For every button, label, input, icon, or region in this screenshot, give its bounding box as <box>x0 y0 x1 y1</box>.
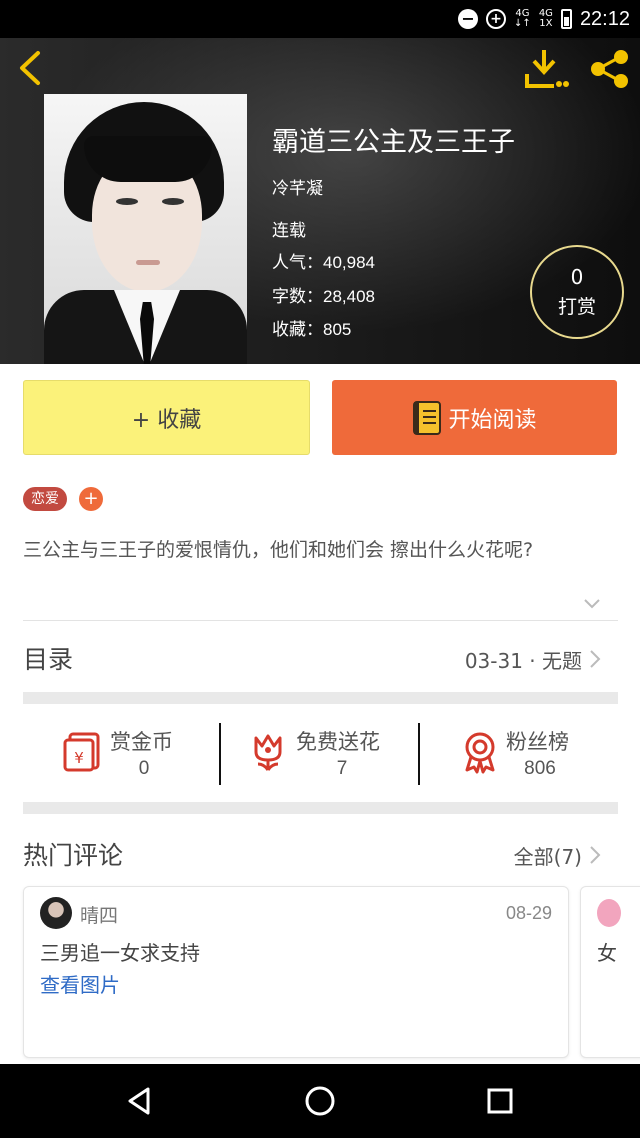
nav-home-icon[interactable] <box>304 1085 336 1117</box>
fan-ranking-item[interactable]: 粉丝榜 806 <box>460 722 590 786</box>
download-icon[interactable] <box>524 48 570 90</box>
nav-back-icon[interactable] <box>124 1085 156 1117</box>
navigation-bar <box>0 1064 640 1138</box>
popularity-stat: 人气：40,984 <box>272 253 375 273</box>
reward-coins-value: 0 <box>138 758 150 779</box>
fan-ranking-value: 806 <box>524 758 556 779</box>
book-cover-image[interactable] <box>44 94 247 364</box>
tip-button[interactable]: 0 打赏 <box>530 245 624 339</box>
reward-coins-label: 赏金币 <box>110 730 173 754</box>
book-title: 霸道三公主及三王子 <box>272 127 515 158</box>
favorites-stat: 收藏：805 <box>272 320 352 340</box>
book-header: 霸道三公主及三王子 冷芊凝 连载 人气：40,984 字数：28,408 收藏：… <box>0 38 640 364</box>
serial-status: 连载 <box>272 221 306 241</box>
comment-username[interactable]: 晴四 <box>80 901 118 928</box>
avatar[interactable] <box>40 897 72 929</box>
comment-text: 三男追一女求支持 <box>40 941 200 965</box>
chevron-down-icon[interactable] <box>582 596 602 610</box>
section-divider <box>23 802 618 814</box>
divider <box>23 620 618 621</box>
start-reading-button[interactable]: 开始阅读 <box>332 380 617 455</box>
tag-romance[interactable]: 恋爱 <box>23 487 67 511</box>
divider <box>418 723 420 785</box>
divider <box>219 723 221 785</box>
comment-card[interactable]: 女 <box>580 886 640 1058</box>
word-count-stat: 字数：28,408 <box>272 287 375 307</box>
latest-chapter[interactable]: 03-31 · 无题 <box>465 645 582 674</box>
book-summary: 三公主与三王子的爱恨情仇，他们和她们会 擦出什么火花呢? <box>23 539 534 561</box>
status-bar: − + 4G ↓↑ 4G 1X 22:12 <box>0 0 640 38</box>
flower-icon <box>254 734 282 771</box>
chevron-right-icon[interactable] <box>588 648 602 670</box>
book-icon <box>413 400 442 435</box>
comment-text: 女 <box>597 941 617 965</box>
send-flower-label: 免费送花 <box>296 730 380 754</box>
tip-label: 打赏 <box>557 296 596 318</box>
fan-ranking-label: 粉丝榜 <box>506 730 569 754</box>
red-envelope-icon: ¥ <box>63 732 100 772</box>
signal-4g-1x-icon: 4G 1X <box>538 8 553 29</box>
chevron-right-icon[interactable] <box>588 844 602 866</box>
send-flower-item[interactable]: 免费送花 7 <box>248 722 398 786</box>
clock: 22:12 <box>579 7 630 30</box>
share-icon[interactable] <box>586 48 632 90</box>
all-comments-link[interactable]: 全部(7) <box>514 841 582 870</box>
book-author[interactable]: 冷芊凝 <box>272 174 323 199</box>
section-divider <box>23 692 618 704</box>
hot-comments-title: 热门评论 <box>23 841 124 870</box>
comment-card[interactable]: 晴四 08-29 三男追一女求支持 查看图片 <box>23 886 569 1058</box>
table-of-contents-title[interactable]: 目录 <box>23 640 73 676</box>
view-image-link[interactable]: 查看图片 <box>40 969 120 998</box>
battery-icon <box>560 9 572 29</box>
svg-text:¥: ¥ <box>74 749 84 767</box>
tip-count: 0 <box>570 265 584 289</box>
start-reading-label: 开始阅读 <box>448 407 537 433</box>
do-not-disturb-icon: − <box>458 9 479 29</box>
add-tag-button[interactable]: + <box>79 487 103 511</box>
medal-icon <box>465 732 495 774</box>
nav-recents-icon[interactable] <box>484 1085 516 1117</box>
reward-coins-item[interactable]: ¥ 赏金币 0 <box>62 722 202 786</box>
send-flower-value: 7 <box>336 758 348 779</box>
data-saver-icon: + <box>486 9 507 29</box>
avatar[interactable] <box>597 899 621 927</box>
signal-4g-icon: 4G ↓↑ <box>514 8 531 29</box>
add-to-collection-button[interactable]: + 收藏 <box>23 380 310 455</box>
back-arrow-icon[interactable] <box>12 48 48 88</box>
comment-date: 08-29 <box>505 903 552 923</box>
